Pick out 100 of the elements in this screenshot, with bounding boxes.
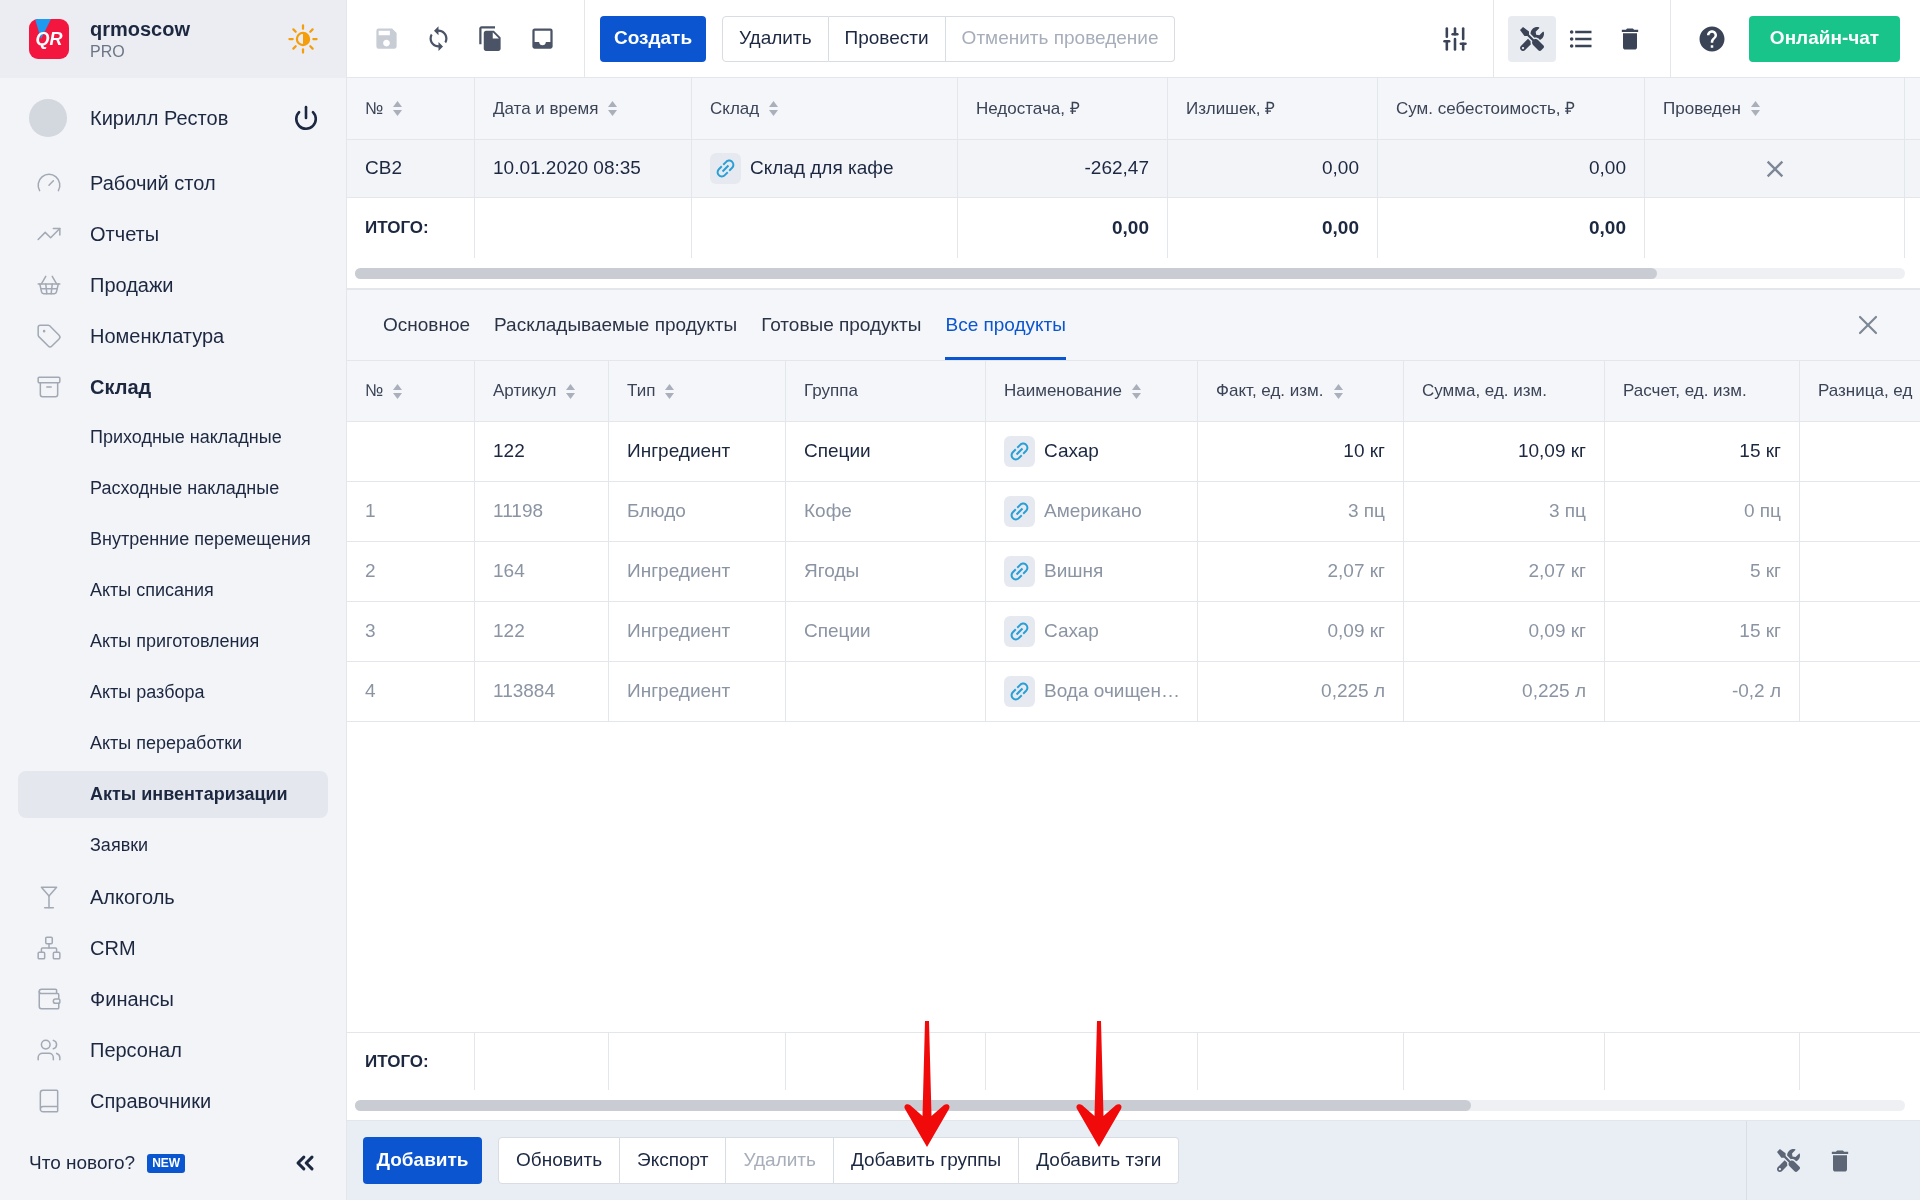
table-cell-text: -0,2 л <box>1731 679 1781 704</box>
table-row[interactable]: СВ2 10.01.2020 08:35 Склад для кафе -262,47 0,00 0,00 <box>347 140 1920 198</box>
table-cell-text: 2 <box>365 559 376 584</box>
tab[interactable]: Раскладываемые продукты <box>494 290 738 360</box>
sidebar-item[interactable]: Рабочий стол <box>18 159 328 206</box>
scrollbar-thumb[interactable] <box>355 267 1657 279</box>
toolbar-button[interactable]: Обновить <box>498 1137 621 1184</box>
sidebar-item[interactable]: Продажи <box>18 261 328 308</box>
sidebar-subitem[interactable]: Акты приготовления <box>18 618 328 665</box>
table-cell-text: 122 <box>493 439 525 464</box>
sidebar-item[interactable]: Финансы <box>18 975 328 1022</box>
power-icon[interactable] <box>293 104 319 131</box>
inbox-icon[interactable] <box>529 25 556 52</box>
sidebar-subitem[interactable]: Акты разбора <box>18 669 328 716</box>
scrollbar[interactable] <box>355 267 1905 279</box>
link-icon[interactable] <box>710 153 741 184</box>
table-cell-text: 0,225 л <box>1321 679 1385 704</box>
table-cell-text: Ингредиент <box>627 559 731 584</box>
sidebar-subitem[interactable]: Внутренние перемещения <box>18 516 328 563</box>
sidebar-item[interactable]: CRM <box>18 924 328 971</box>
sort-icon[interactable] <box>1750 101 1760 116</box>
table-cell-text: Склад для кафе <box>750 156 894 181</box>
column-header: Излишек, ₽ <box>1186 97 1276 120</box>
sort-icon[interactable] <box>1131 383 1141 399</box>
column-header[interactable]: Проведен <box>1663 95 1760 122</box>
column-header[interactable]: Наименование <box>1004 378 1141 404</box>
column-header[interactable]: Склад <box>710 95 779 122</box>
table-cell-text: 3 <box>365 619 376 644</box>
sidebar-subitem[interactable]: Акты переработки <box>18 720 328 767</box>
column-header[interactable]: Артикул <box>493 378 576 404</box>
link-icon[interactable] <box>1004 436 1035 467</box>
create-button[interactable]: Создать <box>600 15 706 62</box>
sidebar-item[interactable]: Номенклатура <box>18 312 328 359</box>
sort-icon[interactable] <box>393 101 403 116</box>
column-header[interactable]: № <box>365 95 403 122</box>
sort-icon[interactable] <box>1333 383 1343 399</box>
column-header: Группа <box>804 380 858 403</box>
sidebar-subitem[interactable]: Акты инвентаризации <box>18 771 328 818</box>
sort-icon[interactable] <box>393 383 403 399</box>
table-cell-text: 10 кг <box>1343 439 1385 464</box>
sort-icon[interactable] <box>665 383 675 399</box>
add-button[interactable]: Добавить <box>363 1137 482 1184</box>
column-header[interactable]: Тип <box>627 378 675 404</box>
sort-icon[interactable] <box>566 383 576 399</box>
column-header[interactable]: № <box>365 378 403 404</box>
table-cell-text: 0,09 кг <box>1327 619 1385 644</box>
tools-icon[interactable] <box>1777 1149 1800 1172</box>
table-cell-text: Вишня <box>1044 559 1104 584</box>
table-cell-text: 3 пц <box>1548 499 1586 524</box>
archive-box-icon <box>36 373 62 400</box>
tab[interactable]: Основное <box>383 290 471 360</box>
table-cell-text: 15 кг <box>1739 439 1781 464</box>
new-badge: NEW <box>147 1153 186 1173</box>
sidebar-item[interactable]: Алкоголь <box>18 873 328 920</box>
sidebar-item[interactable]: Справочники <box>18 1077 328 1124</box>
sidebar-subitem[interactable]: Расходные накладные <box>18 465 328 512</box>
copy-icon[interactable] <box>477 25 504 52</box>
scrollbar-thumb[interactable] <box>355 1099 1471 1111</box>
link-icon[interactable] <box>1004 676 1035 707</box>
sun-icon[interactable] <box>288 24 318 54</box>
sidebar-subitem[interactable]: Акты списания <box>18 567 328 614</box>
column-header[interactable]: Дата и время <box>493 95 618 122</box>
toolbar-button[interactable]: Удалить <box>722 15 829 62</box>
sidebar-item[interactable]: Отчеты <box>18 210 328 257</box>
sliders-icon[interactable] <box>1441 24 1469 53</box>
toolbar-button[interactable]: Провести <box>828 15 946 62</box>
column-header: Сум. себестоимость, ₽ <box>1396 97 1576 120</box>
scrollbar[interactable] <box>355 1099 1905 1111</box>
table-cell-text: Ингредиент <box>627 679 731 704</box>
sidebar-item[interactable]: Персонал <box>18 1026 328 1073</box>
column-header[interactable]: Факт, ед. изм. <box>1216 378 1343 404</box>
table-row[interactable]: 122 Ингредиент Специи Сахар 10 кг 10,09 кг 15 кг <box>347 422 1920 482</box>
sort-icon[interactable] <box>608 101 618 116</box>
link-icon[interactable] <box>1004 556 1035 587</box>
logo[interactable]: QR <box>29 19 69 59</box>
sidebar-item[interactable]: Склад <box>18 363 328 410</box>
wallet-icon <box>36 985 62 1012</box>
table-cell-text: 2,07 кг <box>1528 559 1586 584</box>
whats-new-link[interactable]: Что нового? <box>29 1148 136 1178</box>
table-cell-text: 1 <box>365 499 376 524</box>
table-cell-text: 2,07 кг <box>1327 559 1385 584</box>
table-cell-text: Специи <box>804 619 871 644</box>
table-cell-text: 10.01.2020 08:35 <box>493 156 641 181</box>
table-cell-text: Ягоды <box>804 559 860 584</box>
toolbar-button[interactable]: Добавить группы <box>833 1137 1020 1184</box>
sidebar-subitem[interactable]: Приходные накладные <box>18 414 328 461</box>
total-value: 0,00 <box>1322 215 1359 240</box>
table-cell-text: 3 пц <box>1347 499 1385 524</box>
link-icon[interactable] <box>1004 616 1035 647</box>
brand-name: qrmoscow <box>90 16 191 42</box>
hierarchy-icon <box>36 934 62 961</box>
toolbar-button[interactable]: Экспорт <box>620 1137 727 1184</box>
toolbar-icon-button[interactable] <box>1508 15 1556 62</box>
tab[interactable]: Готовые продукты <box>761 290 922 360</box>
table-cell-text: Сахар <box>1044 619 1099 644</box>
table-cell-text: 113884 <box>493 679 555 704</box>
link-icon[interactable] <box>1004 496 1035 527</box>
sort-icon[interactable] <box>769 101 779 116</box>
sidebar-subitem[interactable]: Заявки <box>18 822 328 869</box>
toolbar-button[interactable]: Добавить тэги <box>1019 1137 1180 1184</box>
